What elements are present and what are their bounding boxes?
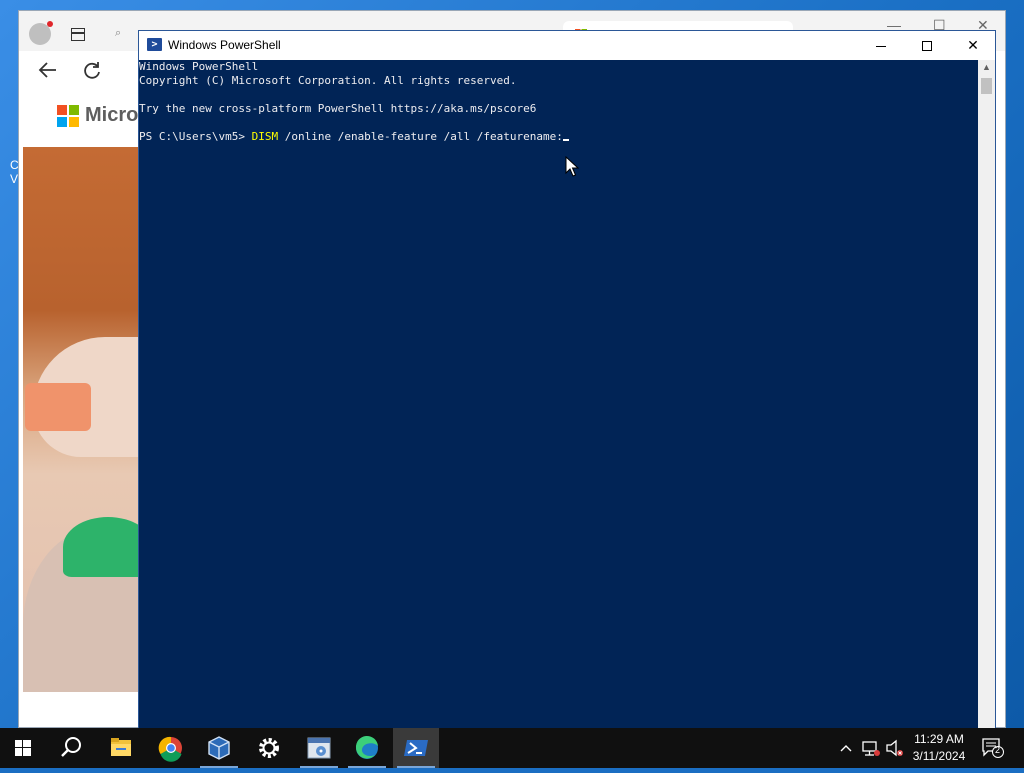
speaker-muted-icon	[886, 739, 903, 757]
virtualbox-icon	[208, 736, 230, 760]
command-line[interactable]: PS C:\Users\vm5> DISM /online /enable-fe…	[139, 130, 569, 144]
disk-utility-icon	[307, 737, 331, 759]
powershell-icon: >	[147, 38, 162, 51]
prompt-text: PS C:\Users\vm5>	[139, 130, 252, 143]
maximize-icon	[922, 41, 932, 52]
chevron-up-icon	[840, 745, 852, 752]
taskbar-chrome[interactable]	[148, 728, 194, 768]
maximize-button[interactable]	[904, 31, 950, 60]
minimize-icon	[876, 45, 886, 47]
gear-icon	[259, 738, 279, 758]
search-button[interactable]	[48, 728, 94, 768]
text-cursor	[562, 139, 569, 141]
mouse-pointer-icon	[565, 156, 579, 177]
powershell-titlebar[interactable]: > Windows PowerShell ✕	[139, 31, 995, 60]
close-icon: ✕	[967, 37, 979, 53]
chrome-icon	[158, 736, 182, 762]
folder-icon	[111, 738, 131, 756]
console-line: Windows PowerShell	[139, 60, 259, 73]
profile-avatar-icon[interactable]	[29, 21, 53, 45]
taskbar-virtualbox[interactable]	[196, 728, 242, 768]
microsoft-logo-icon[interactable]	[57, 105, 79, 127]
powershell-icon	[404, 740, 428, 756]
taskbar-file-explorer[interactable]	[98, 728, 144, 768]
network-status-button[interactable]	[860, 728, 882, 768]
back-arrow-icon[interactable]	[37, 59, 59, 81]
taskbar-edge[interactable]	[344, 728, 390, 768]
hero-image	[23, 147, 153, 692]
notification-count: 2	[995, 745, 1001, 755]
scrollbar-thumb[interactable]	[981, 78, 992, 94]
console-output[interactable]: Windows PowerShell Copyright (C) Microso…	[139, 60, 978, 729]
console-line: Try the new cross-platform PowerShell ht…	[139, 102, 537, 115]
powershell-window[interactable]: > Windows PowerShell ✕ Windows PowerShel…	[138, 30, 996, 730]
taskbar-disk-tool[interactable]	[296, 728, 342, 768]
taskbar: 11:29 AM 3/11/2024 2	[0, 728, 1024, 768]
clock-time: 11:29 AM	[914, 732, 964, 746]
network-disconnected-icon	[862, 741, 880, 756]
command-name: DISM	[251, 130, 279, 143]
desktop-icon-fragment[interactable]: V	[10, 172, 18, 186]
tab-actions-icon[interactable]	[71, 28, 85, 41]
action-center-button[interactable]: 2	[982, 738, 1004, 758]
minimize-button[interactable]	[858, 31, 904, 60]
console-line: Copyright (C) Microsoft Corporation. All…	[139, 74, 517, 87]
reload-icon[interactable]	[81, 60, 103, 82]
vertical-scrollbar[interactable]: ▲	[978, 60, 995, 729]
show-hidden-icons-button[interactable]	[836, 728, 856, 768]
close-button[interactable]: ✕	[950, 31, 996, 60]
scroll-up-icon[interactable]: ▲	[982, 62, 991, 72]
search-icon	[61, 737, 81, 757]
start-button[interactable]	[0, 728, 46, 768]
volume-button[interactable]	[884, 728, 906, 768]
taskbar-settings[interactable]	[246, 728, 292, 768]
notification-icon	[982, 738, 1004, 758]
command-args: /online /enable-feature /all /featurenam…	[278, 130, 563, 143]
clock-date: 3/11/2024	[912, 749, 966, 763]
edge-icon	[355, 735, 378, 759]
clock[interactable]: 11:29 AM 3/11/2024	[904, 731, 974, 765]
window-title: Windows PowerShell	[168, 38, 281, 52]
taskbar-powershell[interactable]	[393, 728, 439, 768]
windows-logo-icon	[15, 740, 31, 756]
search-icon[interactable]: ⌕	[115, 27, 121, 40]
